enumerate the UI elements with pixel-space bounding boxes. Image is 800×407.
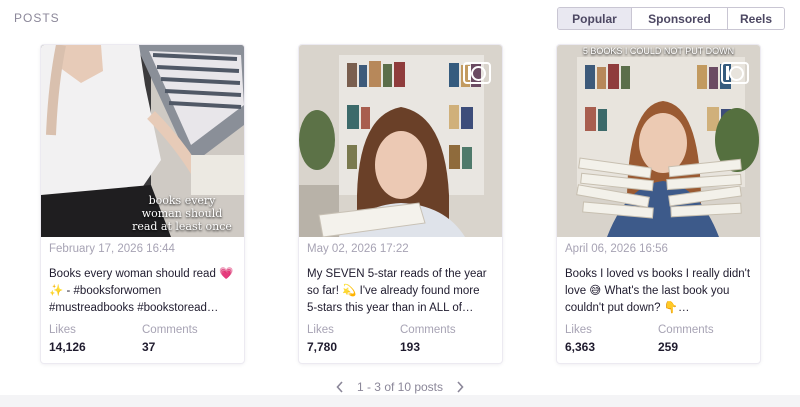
post-thumbnail[interactable]: books every woman should read at least o… — [41, 45, 244, 237]
post-caption: Books every woman should read 💗✨ - #book… — [49, 268, 234, 314]
section-title: POSTS — [14, 11, 60, 25]
pagination: 1 - 3 of 10 posts — [0, 380, 800, 394]
post-thumbnail[interactable]: 5 BOOKS I COULD NOT PUT DOWN — [557, 45, 760, 237]
post-caption: Books I loved vs books I really didn't l… — [565, 268, 750, 314]
comments-label: Comments — [658, 324, 714, 336]
page-footer-shade — [0, 395, 800, 407]
chevron-left-icon[interactable] — [333, 380, 347, 394]
posts-header: POSTS Popular Sponsored Reels — [0, 0, 800, 36]
pagination-text: 1 - 3 of 10 posts — [356, 380, 444, 394]
post-date: May 02, 2026 17:22 — [307, 243, 409, 255]
comments-count: 259 — [658, 340, 679, 354]
tab-reels[interactable]: Reels — [728, 8, 784, 29]
post-card[interactable]: 5 BOOKS I COULD NOT PUT DOWN April 06, 2… — [557, 45, 760, 363]
comments-count: 37 — [142, 340, 156, 354]
likes-label: Likes — [49, 324, 76, 336]
likes-count: 14,126 — [49, 340, 86, 354]
reel-icon — [463, 62, 491, 84]
post-thumbnail[interactable] — [299, 45, 502, 237]
chevron-right-icon[interactable] — [453, 380, 467, 394]
likes-label: Likes — [565, 324, 592, 336]
likes-label: Likes — [307, 324, 334, 336]
likes-count: 6,363 — [565, 340, 596, 354]
comments-label: Comments — [400, 324, 456, 336]
comments-label: Comments — [142, 324, 198, 336]
thumbnail-overlay-text: 5 BOOKS I COULD NOT PUT DOWN — [582, 46, 735, 56]
likes-count: 7,780 — [307, 340, 338, 354]
post-date: April 06, 2026 16:56 — [565, 243, 668, 255]
comments-count: 193 — [400, 340, 421, 354]
reel-icon — [721, 62, 749, 84]
thumbnail-overlay-text: books every woman should read at least o… — [132, 194, 232, 233]
post-card[interactable]: May 02, 2026 17:22 My SEVEN 5-star reads… — [299, 45, 502, 363]
post-card[interactable]: books every woman should read at least o… — [41, 45, 244, 363]
post-date: February 17, 2026 16:44 — [49, 243, 175, 255]
post-filter-tabs: Popular Sponsored Reels — [557, 7, 785, 30]
tab-sponsored[interactable]: Sponsored — [632, 8, 728, 29]
post-caption: My SEVEN 5-star reads of the year so far… — [307, 268, 487, 314]
tab-popular[interactable]: Popular — [558, 8, 632, 29]
